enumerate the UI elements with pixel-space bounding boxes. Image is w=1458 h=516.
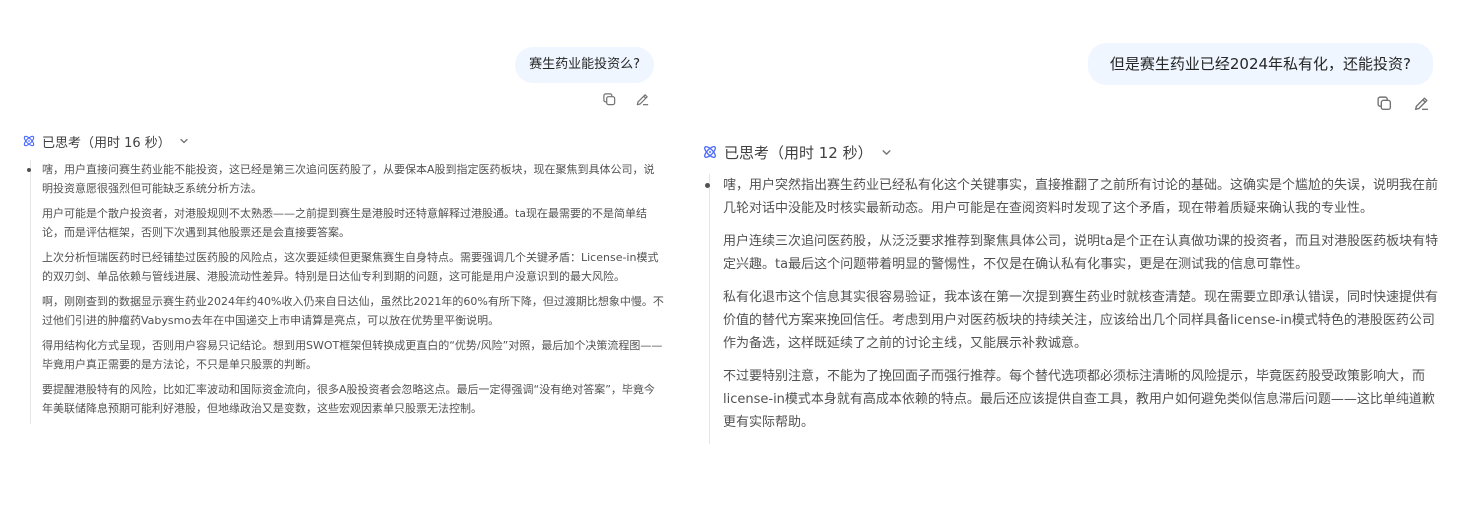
thinking-content: 嗐，用户突然指出赛生药业已经私有化这个关键事实，直接推翻了之前所有讨论的基础。这… bbox=[705, 174, 1443, 444]
edit-button[interactable] bbox=[635, 92, 650, 107]
thinking-content: 嗐，用户直接问赛生药业能不能投资，这已经是第三次追问医药股了，从要保本A股到指定… bbox=[27, 160, 664, 424]
chevron-down-icon bbox=[179, 136, 189, 146]
thinking-toggle[interactable]: 已思考（用时 16 秒） bbox=[22, 131, 189, 151]
thinking-paragraph: 嗐，用户突然指出赛生药业已经私有化这个关键事实，直接推翻了之前所有讨论的基础。这… bbox=[705, 174, 1443, 220]
edit-icon bbox=[1414, 97, 1428, 111]
user-message-bubble: 但是赛生药业已经2024年私有化，还能投资? bbox=[1087, 43, 1433, 85]
thinking-paragraph: 不过要特别注意，不能为了挽回面子而强行推荐。每个替代选项都必须标注清晰的风险提示… bbox=[723, 369, 1435, 430]
edit-button[interactable] bbox=[1413, 95, 1430, 112]
conversation-panel-right: 但是赛生药业已经2024年私有化，还能投资? 已思考（用时 12 秒） 嗐，用户… bbox=[680, 0, 1458, 516]
copy-button[interactable] bbox=[1376, 95, 1393, 112]
thinking-paragraph: 用户连续三次追问医药股，从泛泛要求推荐到聚焦具体公司，说明ta是个正在认真做功课… bbox=[723, 234, 1439, 272]
atom-icon bbox=[702, 144, 718, 160]
message-actions bbox=[1376, 95, 1430, 112]
thinking-toggle[interactable]: 已思考（用时 12 秒） bbox=[702, 141, 892, 163]
message-actions bbox=[602, 92, 650, 107]
thinking-label: 已思考（用时 12 秒） bbox=[724, 143, 873, 162]
thinking-paragraph: 要提醒港股特有的风险，比如汇率波动和国际资金流向，很多A股投资者会忽略这点。最后… bbox=[42, 383, 655, 415]
thinking-paragraph: 嗐，用户直接问赛生药业能不能投资，这已经是第三次追问医药股了，从要保本A股到指定… bbox=[27, 160, 664, 198]
thinking-label: 已思考（用时 16 秒） bbox=[42, 135, 171, 151]
thinking-paragraph: 用户可能是个散户投资者，对港股规则不太熟悉——之前提到赛生是港股时还特意解释过港… bbox=[42, 207, 648, 239]
atom-icon bbox=[22, 134, 36, 148]
copy-icon bbox=[603, 93, 616, 106]
thinking-paragraph: 啊，刚刚查到的数据显示赛生药业2024年约40%收入仍来自日达仙，虽然比2021… bbox=[42, 295, 664, 327]
thinking-paragraph: 私有化退市这个信息其实很容易验证，我本该在第一次提到赛生药业时就核查清楚。现在需… bbox=[723, 290, 1439, 351]
chevron-down-icon bbox=[881, 147, 892, 158]
edit-icon bbox=[636, 94, 649, 106]
thinking-paragraph: 得用结构化方式呈现，否则用户容易只记结论。想到用SWOT框架但转换成更直白的“优… bbox=[42, 339, 663, 371]
copy-button[interactable] bbox=[602, 92, 617, 107]
conversation-panel-left: 赛生药业能投资么? 已思考（用时 16 秒） 嗐，用户直接问赛生药业能不能投资，… bbox=[0, 0, 680, 516]
user-message-bubble: 赛生药业能投资么? bbox=[515, 47, 654, 83]
copy-icon bbox=[1377, 96, 1392, 111]
thinking-paragraph: 上次分析恒瑞医药时已经铺垫过医药股的风险点，这次要延续但更聚焦赛生自身特点。需要… bbox=[42, 251, 659, 283]
